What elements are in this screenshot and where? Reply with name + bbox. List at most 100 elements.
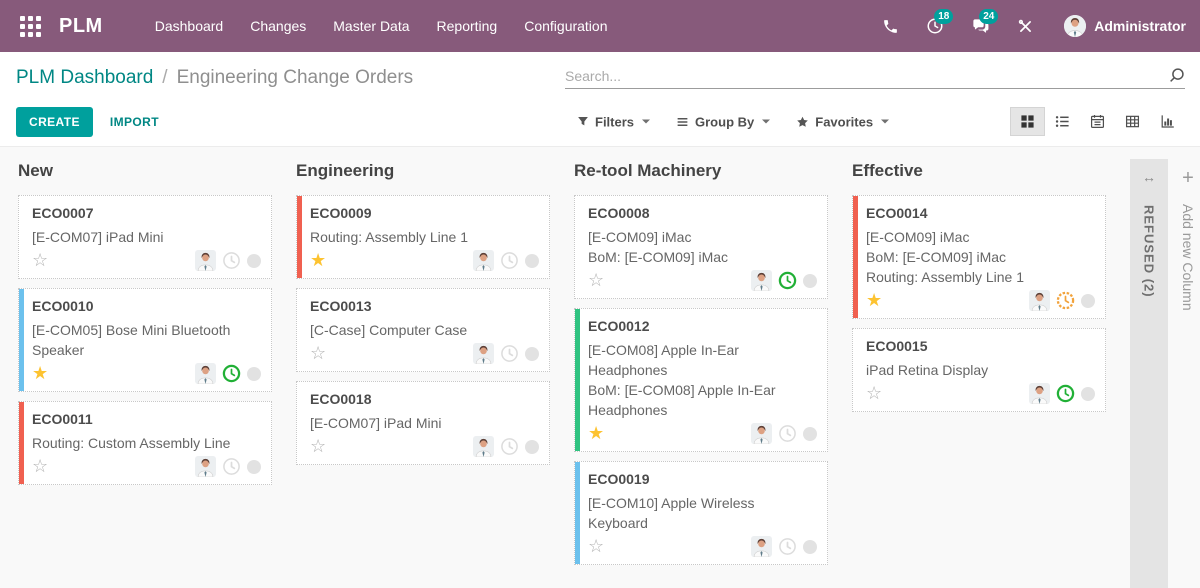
assignee-avatar[interactable] <box>751 536 772 557</box>
kanban-card-eco0011[interactable]: ECO0011Routing: Custom Assembly Line☆ <box>18 401 272 485</box>
breadcrumb: PLM Dashboard/Engineering Change Orders <box>16 67 413 89</box>
activity-clock-icon-green[interactable] <box>222 364 241 383</box>
kanban-state-dot[interactable] <box>803 540 817 554</box>
kanban-card-eco0010[interactable]: ECO0010[E-COM05] Bose Mini Bluetooth Spe… <box>18 288 272 392</box>
kanban-card-eco0015[interactable]: ECO0015iPad Retina Display☆ <box>852 328 1106 412</box>
kanban-state-dot[interactable] <box>1081 387 1095 401</box>
card-footer: ☆ <box>32 250 261 271</box>
create-button[interactable]: CREATE <box>16 107 93 137</box>
card-description-line: [E-COM09] iMac <box>866 227 1095 247</box>
favorite-star-icon[interactable]: ☆ <box>588 536 604 557</box>
kanban-state-dot[interactable] <box>1081 294 1095 308</box>
kanban-card-eco0014[interactable]: ECO0014[E-COM09] iMacBoM: [E-COM09] iMac… <box>852 195 1106 319</box>
assignee-avatar[interactable] <box>751 423 772 444</box>
message-count-badge: 24 <box>979 9 998 24</box>
apps-menu-icon[interactable] <box>20 16 41 37</box>
favorite-star-icon[interactable]: ☆ <box>310 343 326 364</box>
star-icon <box>796 115 809 128</box>
activity-clock-icon-gray[interactable] <box>500 437 519 456</box>
favorite-star-icon[interactable]: ☆ <box>310 436 326 457</box>
graph-view-icon <box>1160 114 1175 129</box>
activity-clock-icon-gray[interactable] <box>778 424 797 443</box>
kanban-state-dot[interactable] <box>247 254 261 268</box>
favorite-star-icon-filled[interactable]: ★ <box>588 423 604 444</box>
favorite-star-icon-filled[interactable]: ★ <box>866 290 882 311</box>
activity-clock-icon-gray[interactable] <box>500 344 519 363</box>
group-by-dropdown[interactable]: Group By <box>676 114 770 129</box>
activity-clock-icon-green[interactable] <box>1056 384 1075 403</box>
nav-item-dashboard[interactable]: Dashboard <box>155 18 224 34</box>
kanban-card-eco0018[interactable]: ECO0018[E-COM07] iPad Mini☆ <box>296 381 550 465</box>
nav-item-configuration[interactable]: Configuration <box>524 18 607 34</box>
phone-icon[interactable] <box>880 16 900 36</box>
kanban-column-engineering: EngineeringECO0009Routing: Assembly Line… <box>296 159 550 588</box>
view-pivot-button[interactable] <box>1115 107 1150 136</box>
favorites-dropdown[interactable]: Favorites <box>796 114 889 129</box>
favorite-star-icon[interactable]: ☆ <box>866 383 882 404</box>
assignee-avatar[interactable] <box>1029 290 1050 311</box>
kanban-state-dot[interactable] <box>525 347 539 361</box>
kanban-state-dot[interactable] <box>247 367 261 381</box>
view-list-button[interactable] <box>1045 107 1080 136</box>
card-footer: ☆ <box>866 383 1095 404</box>
view-kanban-button[interactable] <box>1010 107 1045 136</box>
assignee-avatar[interactable] <box>195 250 216 271</box>
funnel-icon <box>577 116 589 128</box>
collapsed-column-refused[interactable]: ↔ REFUSED (2) <box>1130 159 1168 588</box>
card-description-line: BoM: [E-COM09] iMac <box>866 247 1095 267</box>
activity-clock-icon-gray[interactable] <box>500 251 519 270</box>
app-name[interactable]: PLM <box>59 15 103 38</box>
eco-reference: ECO0008 <box>588 205 817 221</box>
kanban-card-eco0008[interactable]: ECO0008[E-COM09] iMacBoM: [E-COM09] iMac… <box>574 195 828 299</box>
nav-item-master-data[interactable]: Master Data <box>333 18 409 34</box>
card-description-line: Routing: Custom Assembly Line <box>32 433 261 453</box>
import-button[interactable]: IMPORT <box>110 115 159 129</box>
kanban-card-eco0012[interactable]: ECO0012[E-COM08] Apple In-Ear Headphones… <box>574 308 828 452</box>
add-new-column[interactable]: + Add new Column <box>1168 159 1200 588</box>
assignee-avatar[interactable] <box>751 270 772 291</box>
activities-icon[interactable]: 18 <box>925 16 945 36</box>
assignee-avatar[interactable] <box>473 343 494 364</box>
expand-column-icon[interactable]: ↔ <box>1142 169 1156 185</box>
kanban-card-eco0013[interactable]: ECO0013[C-Case] Computer Case☆ <box>296 288 550 372</box>
nav-item-reporting[interactable]: Reporting <box>437 18 498 34</box>
main-menu: Dashboard Changes Master Data Reporting Conf… <box>155 18 635 34</box>
filters-dropdown[interactable]: Filters <box>577 114 650 129</box>
view-graph-button[interactable] <box>1150 107 1185 136</box>
collapsed-column-title: REFUSED (2) <box>1142 205 1157 298</box>
assignee-avatar[interactable] <box>195 456 216 477</box>
kanban-card-eco0009[interactable]: ECO0009Routing: Assembly Line 1★ <box>296 195 550 279</box>
breadcrumb-parent[interactable]: PLM Dashboard <box>16 67 153 88</box>
assignee-avatar[interactable] <box>195 363 216 384</box>
kanban-state-dot[interactable] <box>525 254 539 268</box>
kanban-state-dot[interactable] <box>247 460 261 474</box>
pivot-view-icon <box>1125 114 1140 129</box>
activity-clock-icon-gray[interactable] <box>778 537 797 556</box>
favorite-star-icon[interactable]: ☆ <box>32 250 48 271</box>
favorite-star-icon[interactable]: ☆ <box>32 456 48 477</box>
search-input[interactable] <box>565 68 1168 84</box>
activity-clock-icon-green[interactable] <box>778 271 797 290</box>
favorite-star-icon-filled[interactable]: ★ <box>310 250 326 271</box>
favorite-star-icon-filled[interactable]: ★ <box>32 363 48 384</box>
activity-clock-icon-orange[interactable] <box>1056 291 1075 310</box>
view-calendar-button[interactable] <box>1080 107 1115 136</box>
kanban-card-eco0007[interactable]: ECO0007[E-COM07] iPad Mini☆ <box>18 195 272 279</box>
user-menu[interactable]: Administrator <box>1064 15 1186 37</box>
calendar-view-icon <box>1090 114 1105 129</box>
kanban-state-dot[interactable] <box>525 440 539 454</box>
favorite-star-icon[interactable]: ☆ <box>588 270 604 291</box>
search-icon[interactable] <box>1168 67 1185 84</box>
developer-tools-icon[interactable] <box>1015 16 1035 36</box>
assignee-avatar[interactable] <box>473 436 494 457</box>
nav-item-changes[interactable]: Changes <box>250 18 306 34</box>
assignee-avatar[interactable] <box>1029 383 1050 404</box>
activity-clock-icon-gray[interactable] <box>222 457 241 476</box>
messages-icon[interactable]: 24 <box>970 16 990 36</box>
assignee-avatar[interactable] <box>473 250 494 271</box>
kanban-state-dot[interactable] <box>803 427 817 441</box>
kanban-card-eco0019[interactable]: ECO0019[E-COM10] Apple Wireless Keyboard… <box>574 461 828 565</box>
kanban-state-dot[interactable] <box>803 274 817 288</box>
activity-clock-icon-gray[interactable] <box>222 251 241 270</box>
card-description-line: [E-COM08] Apple In-Ear Headphones <box>588 340 817 380</box>
